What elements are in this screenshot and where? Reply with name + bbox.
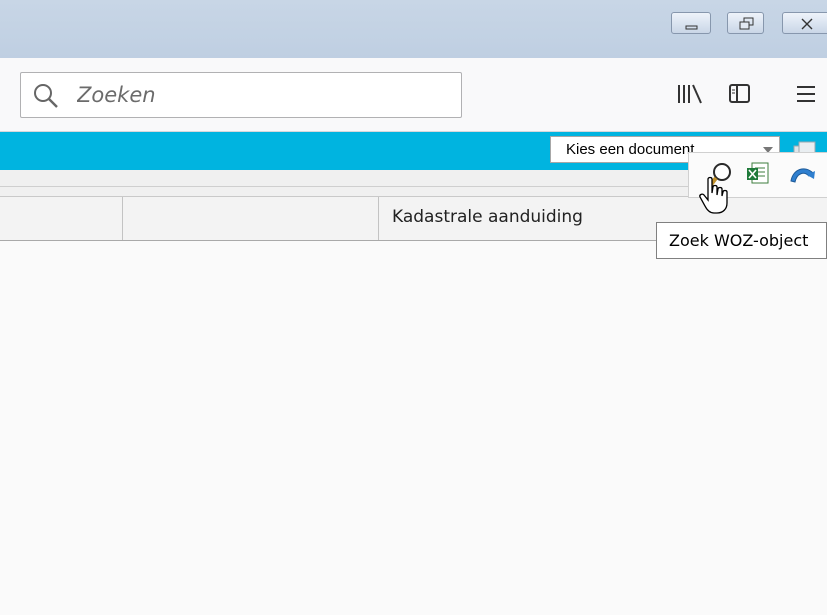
column-separator[interactable] <box>378 197 379 240</box>
minimize-button[interactable] <box>671 12 711 34</box>
search-icon <box>34 84 58 108</box>
excel-export-icon[interactable] <box>745 161 771 187</box>
browser-toolbar <box>0 58 827 132</box>
hand-cursor-icon <box>699 176 728 214</box>
close-button[interactable] <box>782 12 827 34</box>
close-icon <box>801 18 813 30</box>
restore-icon <box>739 17 754 30</box>
sidebar-icon[interactable] <box>728 82 754 108</box>
column-header-kadastrale-aanduiding[interactable]: Kadastrale aanduiding <box>392 207 583 227</box>
window-titlebar <box>0 0 827 58</box>
minimize-icon <box>685 25 698 30</box>
table-body <box>0 241 827 615</box>
hamburger-menu-icon[interactable] <box>794 82 820 108</box>
tooltip: Zoek WOZ-object <box>656 222 827 259</box>
tooltip-text: Zoek WOZ-object <box>669 231 809 250</box>
library-icon[interactable] <box>676 82 706 108</box>
document-select-value: Kies een document <box>566 141 695 158</box>
search-input[interactable] <box>77 81 447 109</box>
search-box[interactable] <box>20 72 462 118</box>
back-icon[interactable] <box>787 161 817 187</box>
column-separator[interactable] <box>122 197 123 240</box>
restore-button[interactable] <box>727 12 764 34</box>
